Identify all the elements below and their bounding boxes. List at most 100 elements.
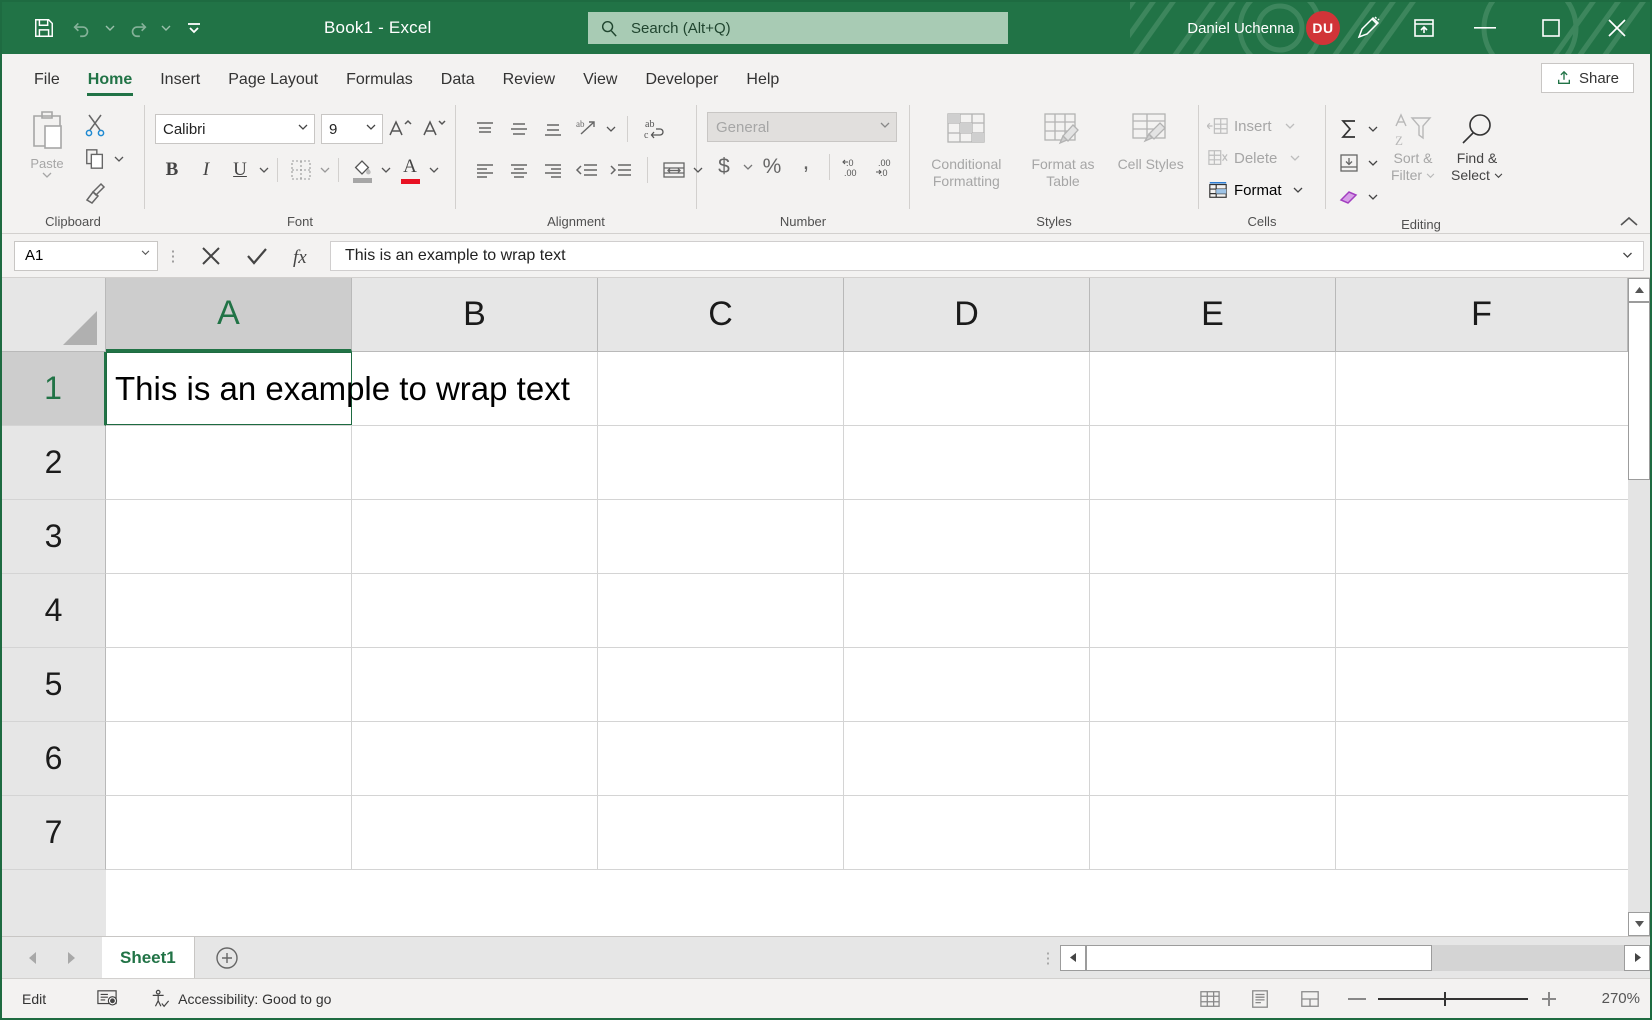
tab-page-layout[interactable]: Page Layout: [214, 71, 332, 98]
cell-d1[interactable]: [844, 352, 1090, 425]
cell-f1[interactable]: [1336, 352, 1650, 425]
pen-icon[interactable]: [1340, 2, 1396, 54]
cell-a4[interactable]: [106, 574, 352, 647]
accounting-chevron-down-icon[interactable]: [741, 150, 755, 184]
cell-e4[interactable]: [1090, 574, 1336, 647]
wrap-text-button[interactable]: ab c: [637, 112, 671, 146]
page-break-preview-button[interactable]: [1288, 984, 1332, 1014]
insert-function-button[interactable]: fx: [280, 239, 326, 273]
font-size-input[interactable]: 9: [321, 114, 383, 144]
cell-b4[interactable]: [352, 574, 598, 647]
cell-c6[interactable]: [598, 722, 844, 795]
column-header-a[interactable]: A: [106, 278, 352, 352]
format-cells-button[interactable]: Format: [1207, 174, 1303, 206]
bold-button[interactable]: B: [155, 153, 189, 187]
minimize-button[interactable]: [1452, 2, 1518, 54]
tab-home[interactable]: Home: [74, 71, 146, 98]
number-format-select[interactable]: General: [707, 112, 897, 142]
zoom-slider[interactable]: [1338, 990, 1568, 1008]
cell-b2[interactable]: [352, 426, 598, 499]
orientation-button[interactable]: ab: [570, 112, 604, 146]
row-header-2[interactable]: 2: [2, 426, 106, 500]
center-button[interactable]: [502, 153, 536, 187]
tab-view[interactable]: View: [569, 71, 631, 98]
avatar[interactable]: DU: [1306, 11, 1340, 45]
tab-formulas[interactable]: Formulas: [332, 71, 427, 98]
cell-d6[interactable]: [844, 722, 1090, 795]
comma-style-button[interactable]: ,: [789, 150, 823, 184]
zoom-out-button[interactable]: [1348, 997, 1366, 1001]
middle-align-button[interactable]: [502, 112, 536, 146]
sort-and-filter-button[interactable]: Z Sort & Filter: [1382, 110, 1444, 184]
cell-a1[interactable]: This is an example to wrap text: [106, 352, 570, 425]
fill-chevron-down-icon[interactable]: [1366, 146, 1380, 180]
cell-f6[interactable]: [1336, 722, 1650, 795]
vertical-scrollbar[interactable]: [1628, 278, 1650, 936]
cell-f5[interactable]: [1336, 648, 1650, 721]
close-button[interactable]: [1584, 2, 1650, 54]
merge-and-center-button[interactable]: [657, 153, 691, 187]
save-button[interactable]: [26, 10, 62, 46]
cell-b5[interactable]: [352, 648, 598, 721]
row-header-4[interactable]: 4: [2, 574, 106, 648]
account-name[interactable]: Daniel Uchenna: [1187, 20, 1294, 37]
cell-b3[interactable]: [352, 500, 598, 573]
cell-e3[interactable]: [1090, 500, 1336, 573]
next-sheet-button[interactable]: [65, 951, 77, 965]
row-header-1[interactable]: 1: [2, 352, 106, 426]
increase-indent-button[interactable]: [604, 153, 638, 187]
fill-color-button[interactable]: [345, 153, 379, 187]
column-header-b[interactable]: B: [352, 278, 598, 352]
font-color-button[interactable]: A: [393, 153, 427, 187]
zoom-in-button[interactable]: [1540, 990, 1558, 1008]
cell-d2[interactable]: [844, 426, 1090, 499]
column-header-e[interactable]: E: [1090, 278, 1336, 352]
column-header-f[interactable]: F: [1336, 278, 1628, 352]
scrollbar-resize-handle[interactable]: ⋮: [1036, 937, 1060, 978]
fill-color-chevron-down-icon[interactable]: [379, 153, 393, 187]
customize-quick-access-toolbar-button[interactable]: [176, 10, 212, 46]
percent-style-button[interactable]: %: [755, 150, 789, 184]
cell-a2[interactable]: [106, 426, 352, 499]
fill-button[interactable]: [1332, 146, 1366, 180]
tab-help[interactable]: Help: [732, 71, 793, 98]
cell-c7[interactable]: [598, 796, 844, 869]
formula-input[interactable]: This is an example to wrap text: [330, 240, 1644, 271]
cell-a6[interactable]: [106, 722, 352, 795]
font-name-input[interactable]: Calibri: [155, 114, 315, 144]
page-layout-view-button[interactable]: [1238, 984, 1282, 1014]
accessibility-checker[interactable]: Accessibility: Good to go: [128, 989, 341, 1009]
normal-view-button[interactable]: [1188, 984, 1232, 1014]
cell-e1[interactable]: [1090, 352, 1336, 425]
zoom-thumb[interactable]: [1444, 991, 1446, 1006]
undo-chevron-down-icon[interactable]: [102, 10, 118, 46]
cell-a3[interactable]: [106, 500, 352, 573]
column-header-c[interactable]: C: [598, 278, 844, 352]
font-size-chevron-down-icon[interactable]: [366, 124, 376, 131]
record-macro-button[interactable]: [56, 989, 128, 1009]
cell-styles-button[interactable]: Cell Styles: [1114, 110, 1188, 173]
cell-a5[interactable]: [106, 648, 352, 721]
format-painter-button[interactable]: [78, 176, 112, 210]
font-name-chevron-down-icon[interactable]: [298, 124, 308, 131]
copy-chevron-down-icon[interactable]: [112, 142, 126, 176]
maximize-button[interactable]: [1518, 2, 1584, 54]
align-right-button[interactable]: [536, 153, 570, 187]
tab-developer[interactable]: Developer: [631, 71, 732, 98]
decrease-decimal-button[interactable]: .00 .0: [870, 150, 904, 184]
underline-chevron-down-icon[interactable]: [257, 153, 271, 187]
decrease-indent-button[interactable]: [570, 153, 604, 187]
select-all-button[interactable]: [2, 278, 106, 352]
enter-entry-button[interactable]: [234, 239, 280, 273]
increase-decimal-button[interactable]: .0 .00: [836, 150, 870, 184]
conditional-formatting-button[interactable]: Conditional Formatting: [920, 110, 1012, 190]
tab-file[interactable]: File: [20, 71, 74, 98]
copy-button[interactable]: [78, 142, 112, 176]
delete-cells-button[interactable]: Delete: [1207, 142, 1300, 174]
cell-e5[interactable]: [1090, 648, 1336, 721]
increase-font-size-button[interactable]: [383, 112, 417, 146]
underline-button[interactable]: U: [223, 153, 257, 187]
tab-review[interactable]: Review: [489, 71, 569, 98]
collapse-ribbon-button[interactable]: [1618, 215, 1640, 229]
cell-c4[interactable]: [598, 574, 844, 647]
